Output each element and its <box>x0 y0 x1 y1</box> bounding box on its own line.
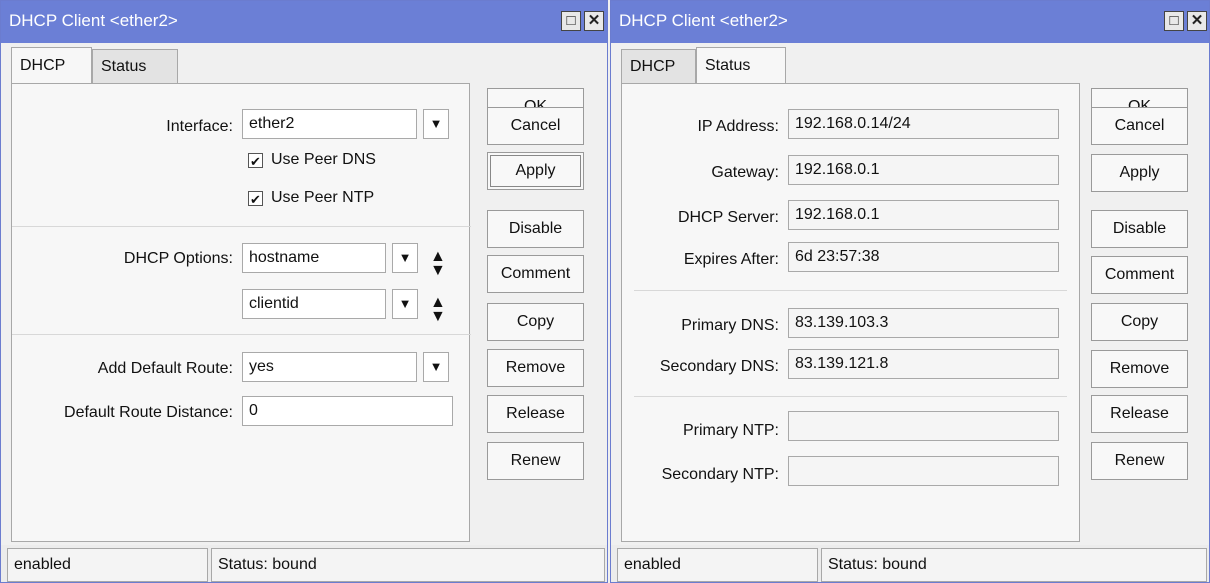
cancel-button[interactable]: Cancel <box>487 107 584 145</box>
dhcp-client-window-left: DHCP Client <ether2> □ ✕ DHCP Status Int… <box>0 0 608 583</box>
apply-button[interactable]: Apply <box>1091 154 1188 192</box>
expires-after-value: 6d 23:57:38 <box>788 242 1059 272</box>
disable-button[interactable]: Disable <box>487 210 584 248</box>
status-bar: enabled Status: bound <box>1 545 607 582</box>
tab-dhcp[interactable]: DHCP <box>11 47 92 83</box>
default-route-distance-label: Default Route Distance: <box>64 404 233 421</box>
renew-button[interactable]: Renew <box>1091 442 1188 480</box>
tab-status[interactable]: Status <box>92 49 178 83</box>
status-tab-panel: IP Address: 192.168.0.14/24 Gateway: 192… <box>621 83 1080 542</box>
use-peer-dns-label: Use Peer DNS <box>271 151 376 168</box>
maximize-icon[interactable]: □ <box>561 11 581 31</box>
primary-dns-label: Primary DNS: <box>681 317 779 334</box>
copy-button[interactable]: Copy <box>1091 303 1188 341</box>
dropdown-arrow-icon[interactable]: ▼ <box>392 289 418 319</box>
primary-ntp-label: Primary NTP: <box>683 422 779 439</box>
tab-status[interactable]: Status <box>696 47 786 83</box>
dropdown-arrow-icon[interactable]: ▼ <box>423 352 449 382</box>
secondary-ntp-label: Secondary NTP: <box>661 466 779 483</box>
add-default-route-label: Add Default Route: <box>97 360 233 377</box>
release-button[interactable]: Release <box>1091 395 1188 433</box>
release-button[interactable]: Release <box>487 395 584 433</box>
secondary-dns-value: 83.139.121.8 <box>788 349 1059 379</box>
interface-field[interactable]: ether2 <box>242 109 417 139</box>
maximize-icon[interactable]: □ <box>1164 11 1184 31</box>
separator <box>634 396 1067 397</box>
use-peer-ntp-label: Use Peer NTP <box>271 189 375 206</box>
ip-address-value: 192.168.0.14/24 <box>788 109 1059 139</box>
up-down-arrows-icon[interactable]: ▲ ▼ <box>430 249 446 279</box>
title-bar[interactable]: DHCP Client <ether2> □ ✕ <box>1 1 607 43</box>
dhcp-server-value: 192.168.0.1 <box>788 200 1059 230</box>
ip-address-label: IP Address: <box>697 118 779 135</box>
dhcp-tab-panel: Interface: ether2 ▼ ✔ Use Peer DNS ✔ Use P… <box>11 83 471 542</box>
comment-button[interactable]: Comment <box>1091 256 1188 294</box>
primary-dns-value: 83.139.103.3 <box>788 308 1059 338</box>
separator <box>12 334 471 335</box>
primary-ntp-value <box>788 411 1059 441</box>
remove-button[interactable]: Remove <box>487 349 584 387</box>
copy-button[interactable]: Copy <box>487 303 584 341</box>
tab-dhcp[interactable]: DHCP <box>621 49 696 83</box>
disable-button[interactable]: Disable <box>1091 210 1188 248</box>
dropdown-arrow-icon[interactable]: ▼ <box>392 243 418 273</box>
up-down-arrows-icon[interactable]: ▲ ▼ <box>430 295 446 325</box>
interface-label: Interface: <box>166 118 233 135</box>
checkmark-icon: ✔ <box>248 191 263 207</box>
gateway-label: Gateway: <box>711 164 779 181</box>
dhcp-option-field[interactable]: clientid <box>242 289 386 319</box>
status-enabled: enabled <box>617 548 818 582</box>
dhcp-options-label: DHCP Options: <box>123 250 233 267</box>
apply-button[interactable]: Apply <box>487 152 584 190</box>
window-title: DHCP Client <ether2> <box>9 11 178 30</box>
title-bar[interactable]: DHCP Client <ether2> □ ✕ <box>611 1 1209 43</box>
dhcp-client-window-right: DHCP Client <ether2> □ ✕ DHCP Status IP … <box>610 0 1210 583</box>
secondary-dns-label: Secondary DNS: <box>659 358 779 375</box>
dhcp-option-field[interactable]: hostname <box>242 243 386 273</box>
renew-button[interactable]: Renew <box>487 442 584 480</box>
status-bar: enabled Status: bound <box>611 545 1209 582</box>
expires-after-label: Expires After: <box>683 251 779 268</box>
checkmark-icon: ✔ <box>248 153 263 169</box>
comment-button[interactable]: Comment <box>487 255 584 293</box>
close-icon[interactable]: ✕ <box>1187 11 1207 31</box>
window-title: DHCP Client <ether2> <box>619 11 788 30</box>
use-peer-ntp-checkbox[interactable]: ✔ Use Peer NTP <box>248 189 374 207</box>
status-enabled: enabled <box>7 548 208 582</box>
default-route-distance-field[interactable]: 0 <box>242 396 453 426</box>
add-default-route-field[interactable]: yes <box>242 352 417 382</box>
cancel-button[interactable]: Cancel <box>1091 107 1188 145</box>
gateway-value: 192.168.0.1 <box>788 155 1059 185</box>
dropdown-arrow-icon[interactable]: ▼ <box>423 109 449 139</box>
close-icon[interactable]: ✕ <box>584 11 604 31</box>
separator <box>634 290 1067 291</box>
status-bound: Status: bound <box>821 548 1207 582</box>
status-bound: Status: bound <box>211 548 605 582</box>
dhcp-server-label: DHCP Server: <box>677 209 779 226</box>
use-peer-dns-checkbox[interactable]: ✔ Use Peer DNS <box>248 151 376 169</box>
remove-button[interactable]: Remove <box>1091 350 1188 388</box>
separator <box>12 226 471 227</box>
secondary-ntp-value <box>788 456 1059 486</box>
